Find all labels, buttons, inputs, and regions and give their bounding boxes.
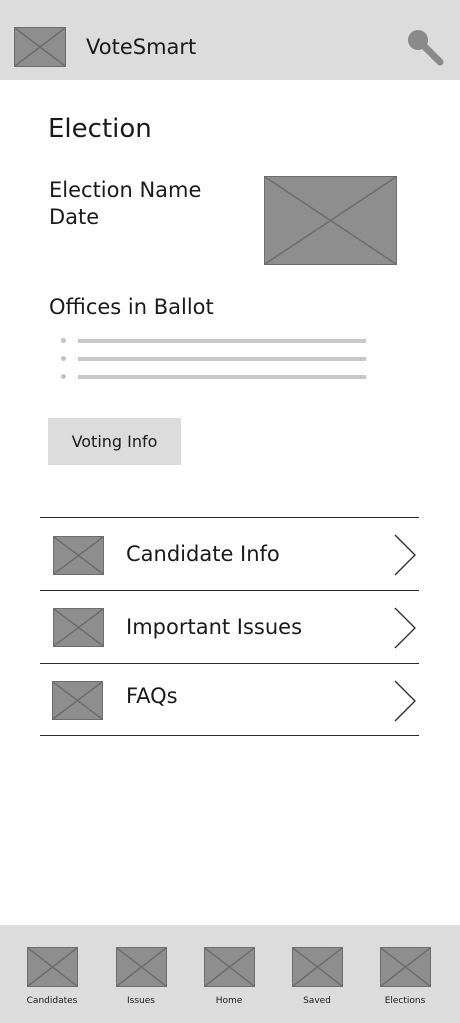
tab-label[interactable]: Candidates	[12, 995, 92, 1007]
image-placeholder-icon	[52, 681, 103, 720]
list-item-label: Candidate Info	[126, 542, 280, 566]
app-header: VoteSmart	[0, 0, 460, 80]
bullet-dot	[61, 374, 66, 379]
election-image	[264, 176, 397, 265]
image-placeholder-icon[interactable]	[27, 947, 78, 987]
app-title: VoteSmart	[86, 35, 197, 59]
image-placeholder-icon	[53, 608, 104, 647]
app-logo-icon[interactable]	[14, 27, 66, 67]
image-placeholder-icon[interactable]	[380, 947, 431, 987]
section-title: Election	[48, 114, 152, 144]
search-icon[interactable]	[404, 26, 446, 68]
list-item-label: FAQs	[126, 684, 178, 708]
image-placeholder-icon[interactable]	[204, 947, 255, 987]
placeholder-text-line	[78, 375, 366, 379]
placeholder-text-line	[78, 357, 366, 361]
placeholder-text-line	[78, 339, 366, 343]
tab-label[interactable]: Issues	[101, 995, 181, 1007]
bullet-dot	[61, 356, 66, 361]
tab-label[interactable]: Saved	[277, 995, 357, 1007]
list-item-candidate-info[interactable]: Candidate Info	[40, 518, 419, 590]
divider	[40, 735, 419, 736]
bullet-dot	[61, 338, 66, 343]
image-placeholder-icon[interactable]	[116, 947, 167, 987]
chevron-right-icon	[394, 607, 416, 649]
chevron-right-icon	[394, 534, 416, 576]
chevron-right-icon	[394, 680, 416, 722]
list-item-label: Important Issues	[126, 615, 303, 639]
voting-info-button[interactable]: Voting Info	[48, 418, 181, 465]
tab-label[interactable]: Home	[189, 995, 269, 1007]
image-placeholder-icon[interactable]	[292, 947, 343, 987]
list-item-faqs[interactable]: FAQs	[40, 664, 419, 736]
list-item-important-issues[interactable]: Important Issues	[40, 591, 419, 663]
image-placeholder-icon	[53, 536, 104, 575]
offices-title: Offices in Ballot	[49, 295, 214, 319]
election-date: Date	[49, 205, 100, 229]
election-name: Election Name	[49, 178, 202, 202]
tab-label[interactable]: Elections	[365, 995, 445, 1007]
